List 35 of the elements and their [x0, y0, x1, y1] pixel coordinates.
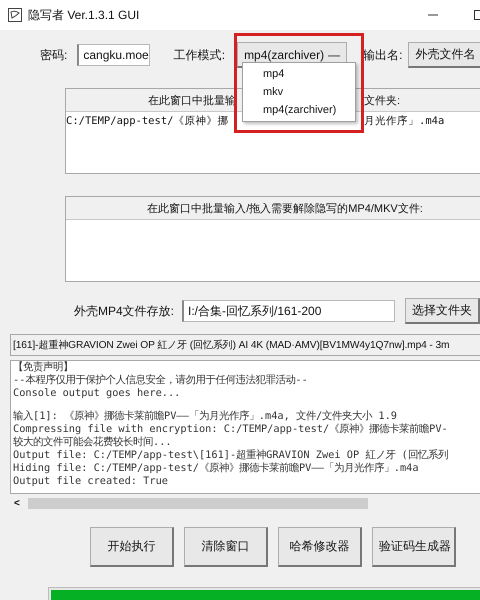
output-name-button[interactable]: 外壳文件名	[408, 42, 480, 68]
password-field[interactable]: cangku.moe	[77, 44, 150, 66]
scroll-left-arrow[interactable]: <	[14, 498, 20, 508]
reveal-files-panel[interactable]: 在此窗口中批量输入/拖入需要解除隐写的MP4/MKV文件:	[65, 196, 480, 282]
console-line: --本程序仅用于保护个人信息安全，请勿用于任何违法犯罪活动--	[13, 374, 309, 387]
action-button[interactable]: 开始执行	[90, 527, 174, 567]
mode-label: 工作模式:	[174, 46, 226, 64]
console-line: Output file: C:/TEMP/app-test\[161]-超重神GRAVION Zwei OP 紅ノ牙 (回忆系列	[13, 449, 449, 462]
panel-header: 在此窗口中批量输入/拖入需要解除隐写的MP4/MKV文件:	[66, 197, 480, 220]
file-path: C:/TEMP/app-test/《原神》挪	[66, 114, 230, 128]
scrollbar-thumb[interactable]	[28, 498, 368, 508]
console-line: Output file created: True	[13, 475, 169, 488]
window-title: 隐写者 Ver.1.3.1 GUI	[28, 6, 140, 24]
action-button[interactable]: 验证码生成器	[372, 527, 456, 567]
console-line: 输入[1]: 《原神》挪德卡莱前瞻PV——「为月光作序」.m4a, 文件/文件夹大小 1.9	[13, 410, 398, 423]
action-button[interactable]: 清除窗口	[184, 527, 268, 567]
selected-file: [161]-超重神GRAVION Zwei OP 紅ノ牙 (回忆系列) AI 4K (MAD·AMV)[BV1MW4y1Q7nw].mp4 - 3m	[10, 334, 480, 356]
minimize-icon[interactable]	[428, 14, 438, 16]
menu-item[interactable]: mp4	[243, 65, 355, 83]
storage-label: 外壳MP4文件存放:	[74, 302, 174, 320]
action-button[interactable]: 哈希修改器	[278, 527, 362, 567]
maximize-icon[interactable]	[474, 10, 480, 20]
console-line: Console output goes here...	[13, 387, 182, 400]
menu-item[interactable]: mp4(zarchiver)	[243, 101, 355, 119]
console-line: Compressing file with encryption: C:/TEMP/app-test/《原神》挪德卡莱前瞻PV-	[13, 423, 449, 436]
choose-folder-button[interactable]: 选择文件夹	[405, 298, 480, 324]
output-label: 输出名:	[363, 46, 402, 64]
file-path: 月光作序」.m4a	[364, 114, 446, 128]
console-line: Hiding file: C:/TEMP/app-test/《原神》挪德卡莱前瞻PV——「为月光作序」.m4a	[13, 462, 420, 475]
console-line: 【免责声明】	[13, 361, 74, 374]
storage-path-field[interactable]: I:/合集-回忆系列/161-200	[182, 300, 395, 322]
console-line: 较大的文件可能会花费较长时间...	[13, 436, 173, 449]
password-label: 密码:	[40, 46, 68, 64]
app-icon	[8, 8, 22, 22]
panel-header: 文件夹:	[364, 94, 400, 108]
